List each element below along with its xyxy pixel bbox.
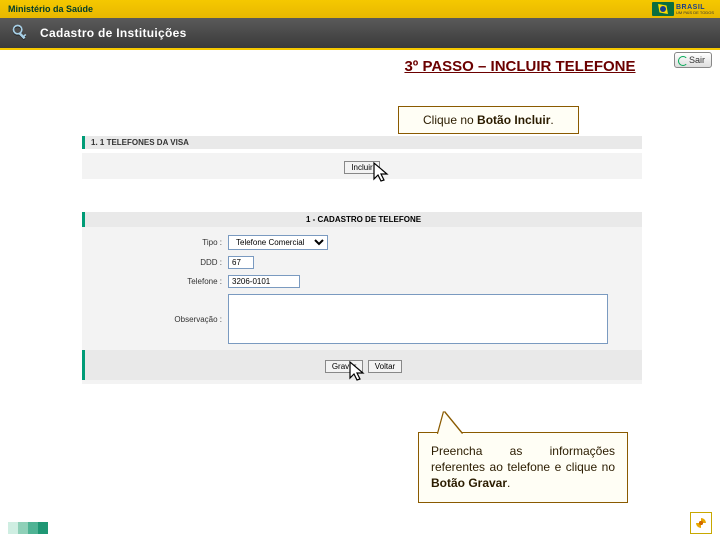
callout-tail	[438, 412, 462, 434]
section2-heading: 1 - CADASTRO DE TELEFONE	[82, 212, 642, 227]
voltar-button[interactable]: Voltar	[368, 360, 402, 373]
key-icon	[10, 22, 32, 44]
ddd-input[interactable]	[228, 256, 254, 269]
header-title: Cadastro de Instituições	[40, 26, 187, 40]
step-title: 3º PASSO – INCLUIR TELEFONE	[0, 58, 720, 75]
cursor-icon	[346, 360, 370, 389]
telefones-section: 1. 1 TELEFONES DA VISA Incluir	[82, 136, 642, 179]
callout-gravar: Preencha as informações referentes ao te…	[418, 432, 628, 503]
sair-button[interactable]: Sair	[674, 52, 712, 68]
telefone-label: Telefone :	[152, 277, 222, 286]
gravar-voltar-row: Gravar Voltar	[82, 350, 642, 380]
incluir-row: Incluir	[82, 153, 642, 179]
observacao-textarea[interactable]	[228, 294, 608, 344]
brasil-logo: BRASIL UM PAÍS DE TODOS	[652, 0, 714, 18]
top-bar: Ministério da Saúde BRASIL UM PAÍS DE TO…	[0, 0, 720, 18]
cadastro-telefone-form: 1 - CADASTRO DE TELEFONE Tipo : Telefone…	[82, 212, 642, 384]
brasil-flag-icon	[652, 2, 674, 16]
brasil-tagline: UM PAÍS DE TODOS	[676, 11, 714, 15]
anvisa-logo-icon	[690, 512, 712, 534]
cursor-icon	[370, 161, 394, 190]
callout-incluir: Clique no Botão Incluir.	[398, 106, 579, 134]
ddd-label: DDD :	[152, 258, 222, 267]
observacao-label: Observação :	[152, 315, 222, 324]
header-bar: Cadastro de Instituições	[0, 18, 720, 48]
ministry-label: Ministério da Saúde	[8, 4, 93, 14]
tipo-label: Tipo :	[152, 238, 222, 247]
section1-heading: 1. 1 TELEFONES DA VISA	[82, 136, 642, 149]
telefone-input[interactable]	[228, 275, 300, 288]
footer-stripes-icon	[8, 522, 48, 534]
tipo-select[interactable]: Telefone Comercial	[228, 235, 328, 250]
